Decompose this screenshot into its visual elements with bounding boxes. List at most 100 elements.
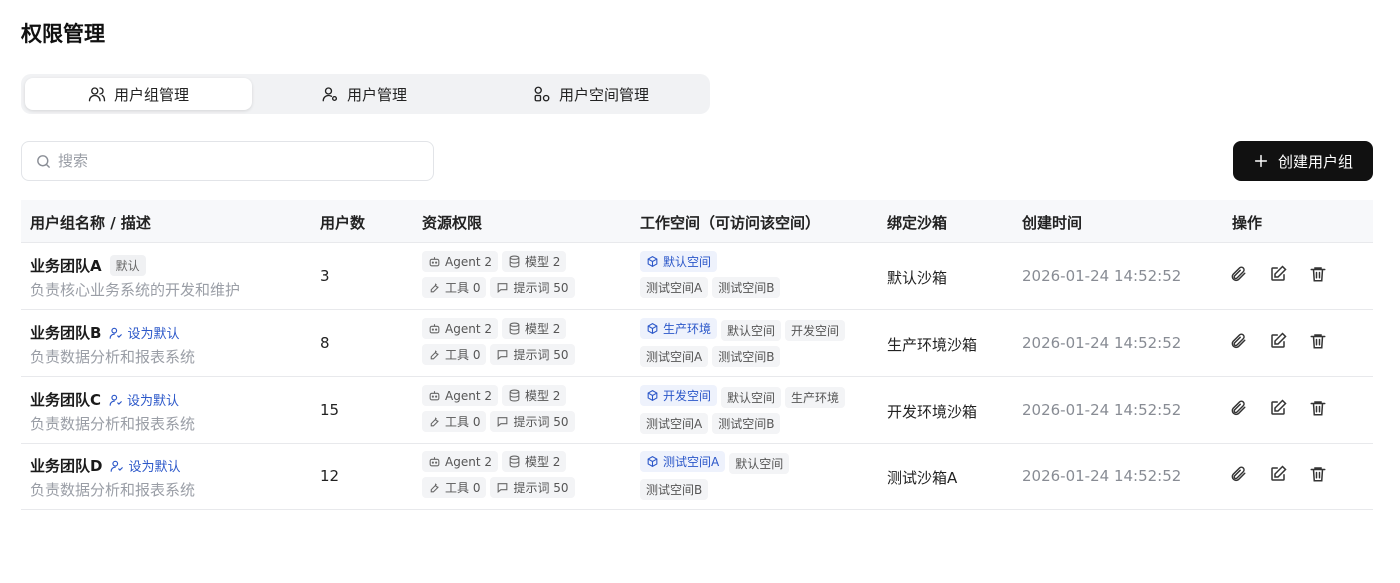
- edit-icon[interactable]: [1269, 265, 1287, 283]
- column-header-users: 用户数: [320, 214, 366, 232]
- model-chip: 模型 2: [501, 385, 567, 406]
- row-actions: [1229, 265, 1327, 283]
- chat-icon: [498, 283, 508, 293]
- shapes-icon: [533, 85, 551, 103]
- paperclip-icon[interactable]: [1229, 465, 1247, 483]
- workspace-chip: 测试空间B: [712, 413, 781, 434]
- cube-icon: [647, 323, 658, 334]
- trash-icon[interactable]: [1309, 399, 1327, 417]
- tab-label: 用户空间管理: [558, 85, 649, 104]
- group-description: 负责数据分析和报表系统: [30, 481, 196, 499]
- group-description: 负责核心业务系统的开发和维护: [30, 281, 241, 299]
- group-name: 业务团队D: [30, 457, 103, 475]
- set-default-link[interactable]: 设为默认: [110, 456, 180, 475]
- chip-label: 提示词 50: [513, 415, 569, 429]
- column-header-actions: 操作: [1232, 214, 1263, 232]
- workspace-chip: 开发空间: [785, 320, 846, 341]
- search-input[interactable]: [58, 152, 418, 170]
- table-row: 业务团队D 设为默认 负责数据分析和报表系统 12 Agent 2 模型 2 工具…: [21, 443, 1373, 510]
- chip-label: Agent 2: [445, 321, 492, 336]
- create-group-label: 创建用户组: [1277, 152, 1353, 171]
- tab-user-spaces[interactable]: 用户空间管理: [476, 78, 706, 110]
- workspace-chip: 测试空间A: [640, 413, 709, 434]
- search-icon: [35, 153, 52, 170]
- tab-label: 用户组管理: [113, 85, 189, 104]
- chip-label: 提示词 50: [513, 281, 569, 295]
- agent-chip: Agent 2: [422, 451, 498, 472]
- prompts-chip: 提示词 50: [490, 411, 575, 432]
- row-actions: [1229, 465, 1327, 483]
- created-time: 2026-01-24 14:52:52: [1022, 401, 1182, 419]
- group-description: 负责数据分析和报表系统: [30, 415, 196, 433]
- user-check-icon: [109, 394, 122, 406]
- workspaces: 默认空间 测试空间A 测试空间B: [640, 251, 875, 303]
- chat-icon: [498, 350, 508, 360]
- chip-label: 提示词 50: [513, 481, 569, 495]
- workspace-chip: 测试空间A: [640, 346, 709, 367]
- trash-icon[interactable]: [1309, 465, 1327, 483]
- workspace-chip: 测试空间B: [712, 277, 781, 298]
- default-badge: 默认: [109, 255, 146, 276]
- wrench-icon: [430, 283, 439, 293]
- tab-user-groups[interactable]: 用户组管理: [25, 78, 252, 110]
- trash-icon[interactable]: [1309, 332, 1327, 350]
- tools-chip: 工具 0: [422, 477, 487, 498]
- user-settings-icon: [321, 85, 339, 103]
- model-chip: 模型 2: [501, 318, 567, 339]
- model-chip: 模型 2: [501, 251, 567, 272]
- workspace-chip: 测试空间B: [712, 346, 781, 367]
- bound-sandbox: 测试沙箱A: [887, 469, 958, 487]
- row-actions: [1229, 332, 1327, 350]
- prompts-chip: 提示词 50: [490, 344, 575, 365]
- prompts-chip: 提示词 50: [490, 277, 575, 298]
- prompts-chip: 提示词 50: [490, 477, 575, 498]
- tools-chip: 工具 0: [422, 277, 487, 298]
- group-name: 业务团队C: [30, 391, 102, 409]
- robot-icon: [429, 257, 440, 267]
- agent-chip: Agent 2: [422, 385, 498, 406]
- model-chip: 模型 2: [501, 451, 567, 472]
- workspace-chip: 默认空间: [729, 453, 790, 474]
- chip-label: Agent 2: [445, 388, 492, 403]
- tab-bar: 用户组管理 用户管理 用户空间管理: [21, 74, 710, 114]
- resource-permissions: Agent 2 模型 2 工具 0 提示词 50: [422, 451, 602, 503]
- group-name: 业务团队A: [30, 257, 102, 275]
- edit-icon[interactable]: [1269, 399, 1287, 417]
- paperclip-icon[interactable]: [1229, 332, 1247, 350]
- robot-icon: [429, 391, 440, 401]
- user-count: 8: [320, 334, 330, 352]
- tools-chip: 工具 0: [422, 411, 487, 432]
- users-icon: [88, 85, 106, 103]
- chip-label: 工具 0: [445, 348, 481, 362]
- tab-users[interactable]: 用户管理: [259, 78, 469, 110]
- workspace-main-chip: 测试空间A: [640, 451, 726, 472]
- create-group-button[interactable]: 创建用户组: [1233, 141, 1373, 181]
- cube-icon: [647, 456, 658, 467]
- set-default-link[interactable]: 设为默认: [109, 390, 179, 409]
- chip-label: 开发空间: [663, 389, 712, 403]
- paperclip-icon[interactable]: [1229, 399, 1247, 417]
- edit-icon[interactable]: [1269, 465, 1287, 483]
- resource-permissions: Agent 2 模型 2 工具 0 提示词 50: [422, 385, 602, 437]
- column-header-name: 用户组名称 / 描述: [30, 214, 151, 232]
- chip-label: 提示词 50: [513, 348, 569, 362]
- edit-icon[interactable]: [1269, 332, 1287, 350]
- workspace-chip: 默认空间: [721, 387, 782, 408]
- table-row: 业务团队C 设为默认 负责数据分析和报表系统 15 Agent 2 模型 2 工具…: [21, 377, 1373, 444]
- set-default-label: 设为默认: [127, 327, 180, 342]
- column-header-sandbox: 绑定沙箱: [887, 214, 948, 232]
- trash-icon[interactable]: [1309, 265, 1327, 283]
- table-row: 业务团队A 默认 负责核心业务系统的开发和维护 3 Agent 2 模型 2 工具…: [21, 243, 1373, 310]
- user-count: 3: [320, 267, 330, 285]
- paperclip-icon[interactable]: [1229, 265, 1247, 283]
- chat-icon: [498, 483, 508, 493]
- workspace-chip: 测试空间B: [640, 479, 709, 500]
- robot-icon: [429, 457, 440, 467]
- user-count: 12: [320, 467, 340, 485]
- resource-permissions: Agent 2 模型 2 工具 0 提示词 50: [422, 251, 602, 303]
- chip-label: 模型 2: [524, 255, 561, 269]
- set-default-link[interactable]: 设为默认: [109, 323, 179, 342]
- chip-label: 测试空间A: [663, 455, 720, 469]
- workspace-main-chip: 生产环境: [640, 318, 718, 339]
- cube-icon: [647, 256, 658, 267]
